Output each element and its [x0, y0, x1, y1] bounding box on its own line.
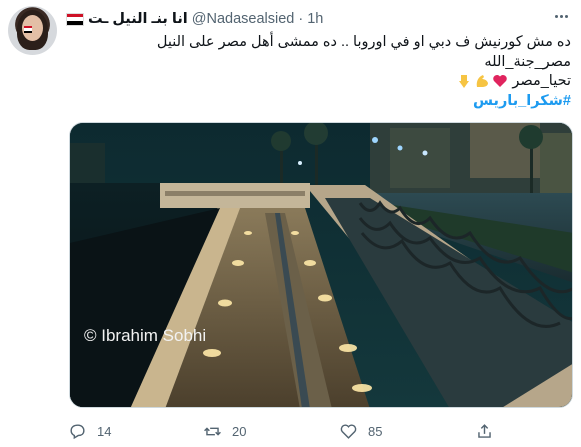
retweet-count: 20: [232, 423, 247, 439]
egypt-flag-icon: [66, 12, 84, 26]
reply-button[interactable]: 14: [68, 418, 111, 444]
avatar[interactable]: [8, 6, 57, 55]
hashtag-link[interactable]: #شكرا_باريس: [71, 92, 571, 112]
retweet-button[interactable]: 20: [203, 418, 246, 444]
display-name[interactable]: انا بنـ النيل ـت: [88, 11, 188, 27]
like-button[interactable]: 85: [339, 418, 382, 444]
heart-emoji-icon: [493, 75, 508, 88]
share-icon: [478, 423, 491, 438]
tweet-header: انا بنـ النيل ـت @Nadasealsied · 1h: [66, 9, 323, 29]
reply-count: 14: [97, 423, 112, 439]
corniche-night-photo: © Ibrahim Sobhi: [70, 123, 572, 407]
image-watermark: © Ibrahim Sobhi: [84, 326, 206, 345]
more-icon[interactable]: [550, 8, 572, 24]
heart-icon: [340, 423, 357, 439]
flexed-biceps-emoji-icon: [477, 75, 489, 88]
timestamp[interactable]: 1h: [307, 11, 323, 27]
tweet-text-line: ده مش كورنيش ف دبي او في اوروبا .. ده مم…: [156, 34, 571, 50]
tweet-text-line-with-emoji: تحيا_مصر: [71, 72, 571, 92]
pointing-down-emoji-icon: [459, 75, 470, 89]
tweet-text-line: تحيا_مصر: [512, 73, 571, 89]
emoji-group: [456, 73, 508, 89]
tweet-image[interactable]: © Ibrahim Sobhi: [69, 122, 573, 408]
reply-icon: [70, 423, 85, 439]
tweet-text: ده مش كورنيش ف دبي او في اوروبا .. ده مم…: [71, 33, 571, 111]
separator-dot: ·: [298, 11, 304, 27]
retweet-icon: [204, 426, 221, 436]
share-button[interactable]: [475, 418, 494, 444]
tweet-actions: 14 20 85: [0, 418, 581, 444]
like-count: 85: [368, 423, 383, 439]
avatar-face-flag: [24, 26, 32, 33]
tweet-text-line: مصر_جنة_الله: [484, 53, 571, 70]
user-handle[interactable]: @Nadasealsied: [192, 11, 295, 27]
